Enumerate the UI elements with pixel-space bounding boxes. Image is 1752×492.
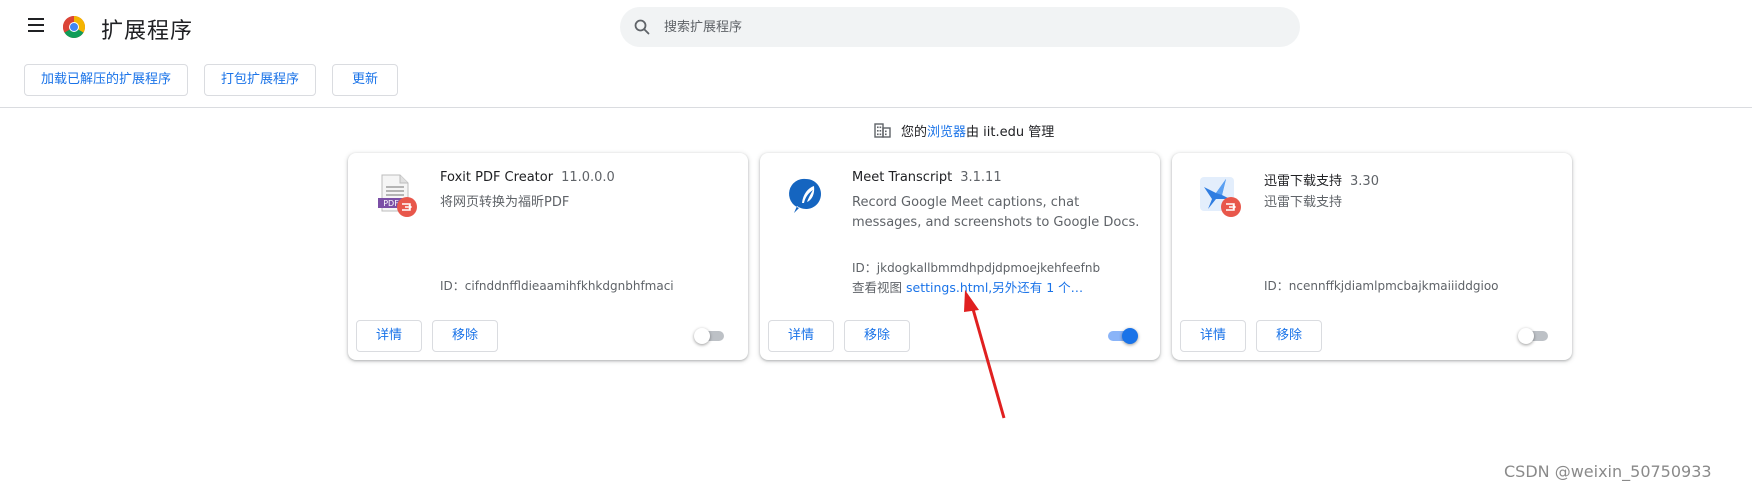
toggle-knob (1122, 328, 1138, 344)
extension-id: ID：jkdogkallbmmdhpdjdpmoejkehfeefnb (852, 261, 1101, 275)
extension-version: 3.30 (1350, 174, 1379, 189)
building-icon (874, 123, 891, 138)
managed-text: 您的浏览器由 iit.edu 管理 (901, 121, 1054, 140)
search-bar[interactable] (620, 7, 1300, 47)
extension-card-foxit: PDF Foxit PDF Creator 11.0.0.0 将网页转换为福昕PD… (348, 153, 748, 360)
extension-title: Foxit PDF Creator (440, 170, 554, 185)
chrome-logo-icon (63, 16, 85, 38)
managed-prefix: 您的 (901, 125, 928, 140)
details-button[interactable]: 详情 (356, 320, 422, 352)
extension-description: 迅雷下载支持 (1264, 195, 1343, 210)
toggle-knob (1518, 328, 1534, 344)
page-title: 扩展程序 (101, 19, 194, 44)
extension-name: Foxit PDF Creator 11.0.0.0 (440, 170, 615, 185)
extension-id: ID：cifnddnffldieaamihfkhkdgnbhfmaci (440, 279, 674, 293)
extension-name: Meet Transcript 3.1.11 (852, 170, 1002, 185)
enable-toggle[interactable] (1106, 328, 1138, 344)
annotation-arrow-icon (964, 290, 1006, 419)
extension-name: 迅雷下载支持 3.30 (1264, 170, 1379, 189)
remove-button[interactable]: 移除 (1256, 320, 1322, 352)
remove-button[interactable]: 移除 (432, 320, 498, 352)
extension-description: 将网页转换为福昕PDF (440, 195, 570, 210)
managed-suffix: 由 iit.edu 管理 (966, 125, 1055, 140)
extension-title: 迅雷下载支持 (1264, 174, 1343, 189)
top-bar: 扩展程序 (0, 0, 1752, 56)
extension-id: ID：ncennffkjdiamlpmcbajkmaiiiddgioo (1264, 279, 1499, 293)
quill-bubble-icon (789, 178, 821, 213)
pdf-document-icon: PDF (378, 174, 417, 217)
extension-version: 11.0.0.0 (561, 170, 615, 185)
pack-extension-button[interactable]: 打包扩展程序 (204, 64, 316, 96)
remove-button[interactable]: 移除 (844, 320, 910, 352)
details-button[interactable]: 详情 (768, 320, 834, 352)
svg-text:PDF: PDF (383, 199, 399, 208)
hamburger-menu-icon[interactable] (28, 18, 44, 32)
update-button[interactable]: 更新 (332, 64, 398, 96)
load-unpacked-button[interactable]: 加载已解压的扩展程序 (24, 64, 188, 96)
extension-description: Record Google Meet captions, chat messag… (852, 195, 1140, 230)
developer-toolbar: 加载已解压的扩展程序 打包扩展程序 更新 (0, 64, 1752, 108)
watermark: CSDN @weixin_50750933 (1504, 462, 1712, 481)
search-input[interactable] (664, 7, 1284, 47)
toggle-knob (694, 328, 710, 344)
enable-toggle[interactable] (694, 328, 724, 344)
extension-title: Meet Transcript (852, 170, 953, 185)
inspect-views-label: 查看视图 (852, 280, 903, 295)
enable-toggle[interactable] (1518, 328, 1548, 344)
thunder-bird-icon (1200, 177, 1241, 217)
browser-link[interactable]: 浏览器 (927, 125, 966, 140)
search-icon (634, 19, 650, 35)
extension-card-xunlei: 迅雷下载支持 3.30 迅雷下载支持 ID：ncennffkjdiamlpmcba… (1172, 153, 1572, 360)
details-button[interactable]: 详情 (1180, 320, 1246, 352)
extension-version: 3.1.11 (960, 170, 1002, 185)
